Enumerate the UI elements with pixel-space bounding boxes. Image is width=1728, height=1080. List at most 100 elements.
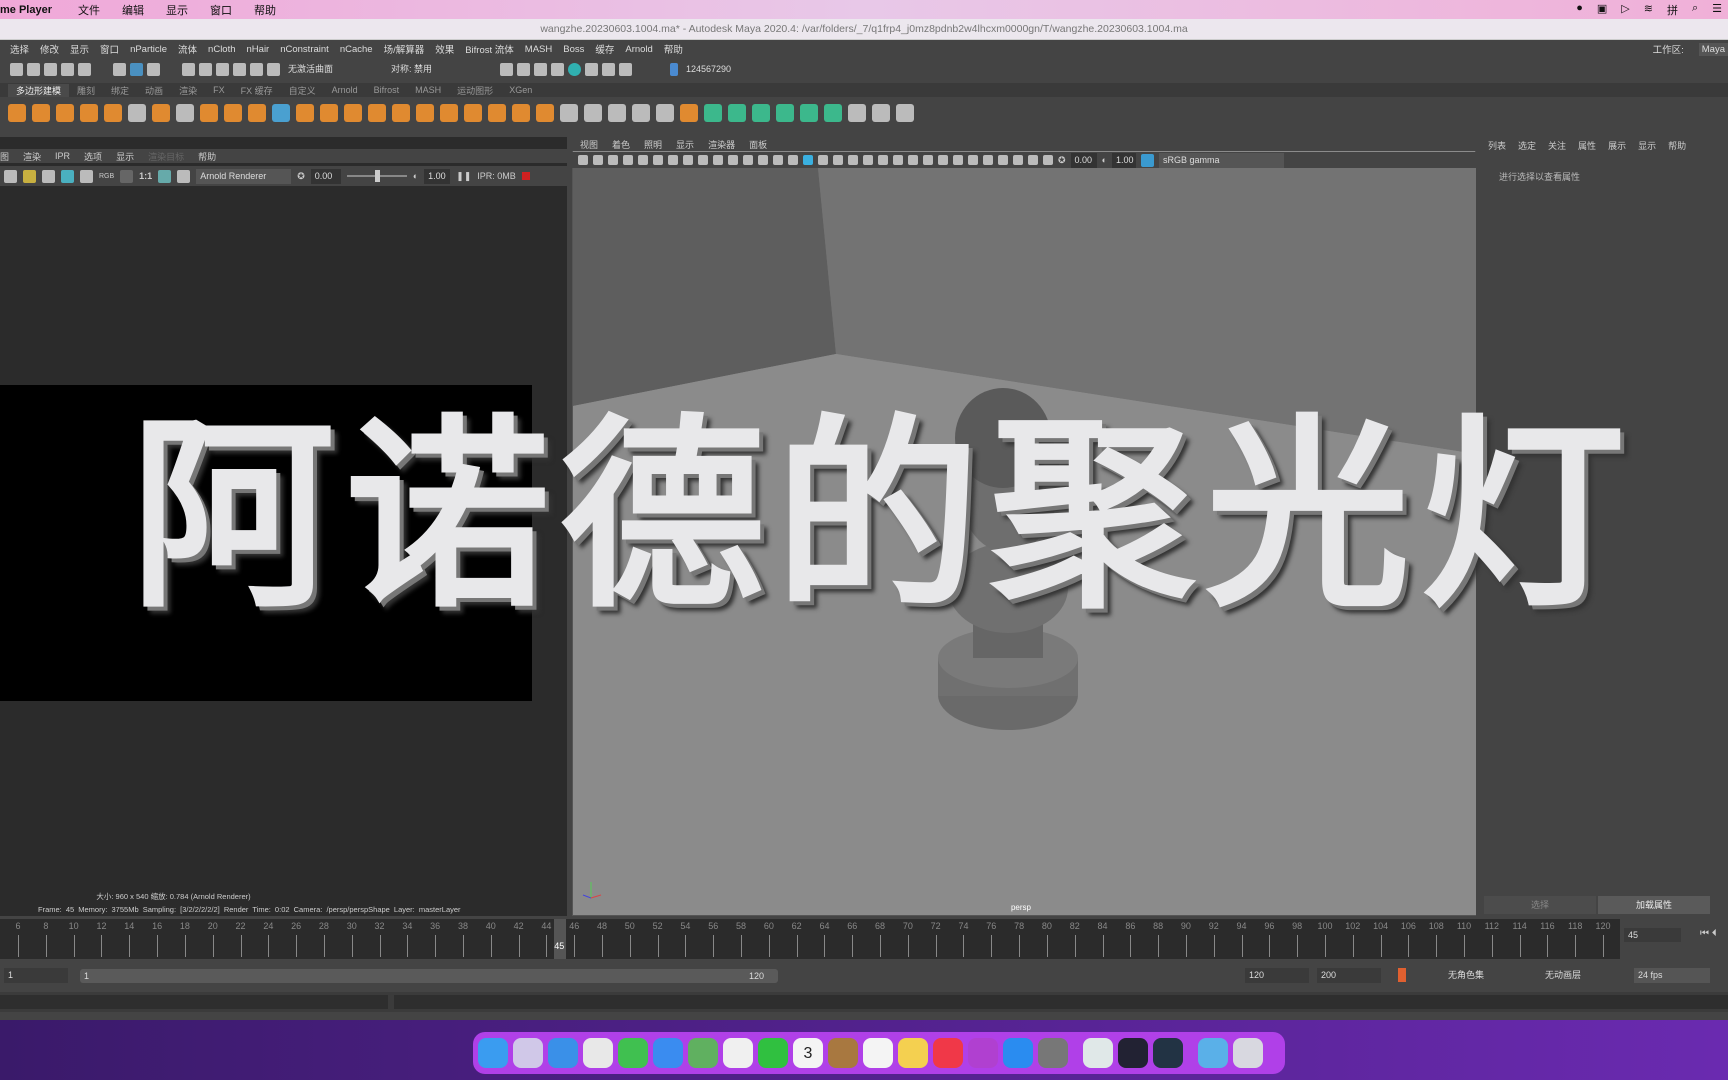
- color-space-dropdown[interactable]: sRGB gamma: [1158, 152, 1284, 168]
- shelf-tool-icon[interactable]: [752, 104, 770, 122]
- facetime-icon[interactable]: [758, 1038, 788, 1068]
- viewport-tool-icon[interactable]: [653, 155, 663, 165]
- snap-curve-icon[interactable]: [199, 62, 212, 76]
- render-view-menu-item[interactable]: 帮助: [198, 150, 216, 163]
- viewport-tool-icon[interactable]: [908, 155, 918, 165]
- shelf-tab[interactable]: 多边形建模: [8, 83, 70, 97]
- shelf-tab[interactable]: Bifrost: [366, 85, 408, 95]
- menu-item[interactable]: nCache: [340, 44, 373, 55]
- attribute-menu-item[interactable]: 关注: [1548, 139, 1566, 152]
- viewport-tool-icon[interactable]: [593, 155, 603, 165]
- viewport-tool-icon[interactable]: [953, 155, 963, 165]
- exposure-slider[interactable]: [346, 170, 407, 182]
- menu-item[interactable]: MASH: [525, 44, 552, 55]
- shelf-tool-icon[interactable]: [272, 104, 290, 122]
- live-surface-field[interactable]: 无激活曲面: [284, 61, 359, 77]
- launchpad-icon[interactable]: [513, 1038, 543, 1068]
- snap-view-icon[interactable]: [233, 62, 246, 76]
- safari-icon[interactable]: [548, 1038, 578, 1068]
- shelf-tool-icon[interactable]: [680, 104, 698, 122]
- shelf-tool-icon[interactable]: [656, 104, 674, 122]
- redo-icon[interactable]: [78, 62, 91, 76]
- shelf-tab[interactable]: XGen: [501, 85, 540, 95]
- shelf-tool-icon[interactable]: [512, 104, 530, 122]
- shelf-tool-icon[interactable]: [128, 104, 146, 122]
- mail-icon[interactable]: [653, 1038, 683, 1068]
- shelf-tool-icon[interactable]: [152, 104, 170, 122]
- hypershade-icon[interactable]: [568, 62, 581, 76]
- attribute-menu-item[interactable]: 选定: [1518, 139, 1536, 152]
- viewport-tool-icon[interactable]: [668, 155, 678, 165]
- ipr-render-icon[interactable]: [534, 62, 547, 76]
- reminders-icon[interactable]: [863, 1038, 893, 1068]
- viewport-tool-icon[interactable]: [788, 155, 798, 165]
- menu-item[interactable]: nParticle: [130, 44, 167, 55]
- menu-item[interactable]: Bifrost 流体: [465, 42, 514, 56]
- viewport-menu-item[interactable]: 着色: [612, 138, 630, 151]
- app-name[interactable]: me Player: [0, 4, 52, 16]
- menu-item[interactable]: 窗口: [100, 42, 119, 56]
- menu-item[interactable]: 流体: [178, 42, 197, 56]
- stop-icon[interactable]: [521, 172, 530, 180]
- viewport-tool-icon[interactable]: [818, 155, 828, 165]
- symmetry-dropdown[interactable]: 对称: 禁用: [387, 61, 462, 77]
- notes-icon[interactable]: [898, 1038, 928, 1068]
- open-image-icon[interactable]: [23, 169, 36, 183]
- shelf-tool-icon[interactable]: [56, 104, 74, 122]
- mac-menu-view[interactable]: 显示: [166, 2, 188, 18]
- real-size-button[interactable]: 1:1: [139, 171, 152, 181]
- shelf-tool-icon[interactable]: [200, 104, 218, 122]
- shelf-tool-icon[interactable]: [176, 104, 194, 122]
- end-time-field[interactable]: 120: [1245, 968, 1309, 983]
- shelf-tool-icon[interactable]: [416, 104, 434, 122]
- attribute-menu-item[interactable]: 显示: [1638, 139, 1656, 152]
- rgb-channel-button[interactable]: RGB: [99, 173, 114, 180]
- shelf-tool-icon[interactable]: [608, 104, 626, 122]
- render-sequence-icon[interactable]: [517, 62, 530, 76]
- shelf-tab[interactable]: MASH: [407, 85, 449, 95]
- shelf-tool-icon[interactable]: [800, 104, 818, 122]
- attribute-menu-item[interactable]: 帮助: [1668, 139, 1686, 152]
- select-object-icon[interactable]: [130, 62, 143, 76]
- shelf-tool-icon[interactable]: [104, 104, 122, 122]
- save-scene-icon[interactable]: [44, 62, 57, 76]
- viewport-menu-item[interactable]: 面板: [749, 138, 767, 151]
- viewport-tool-icon[interactable]: [968, 155, 978, 165]
- max-time-field[interactable]: 200: [1317, 968, 1381, 983]
- maya-icon[interactable]: [1083, 1038, 1113, 1068]
- viewport-tool-icon[interactable]: [878, 155, 888, 165]
- viewport-tool-icon[interactable]: [623, 155, 633, 165]
- range-slider[interactable]: 1 120: [80, 969, 778, 983]
- quicktime-icon[interactable]: [1153, 1038, 1183, 1068]
- shelf-tool-icon[interactable]: [560, 104, 578, 122]
- render-view-menu-item[interactable]: 渲染目标: [148, 150, 184, 163]
- fps-dropdown[interactable]: 24 fps: [1634, 968, 1710, 983]
- menu-item[interactable]: 场/解算器: [384, 42, 425, 56]
- anim-layer-dropdown[interactable]: 无动画层: [1541, 968, 1616, 983]
- video-player-icon[interactable]: [1118, 1038, 1148, 1068]
- alpha-icon[interactable]: [120, 169, 134, 183]
- viewport-menu-item[interactable]: 照明: [644, 138, 662, 151]
- shelf-tool-icon[interactable]: [344, 104, 362, 122]
- workspace-dropdown[interactable]: Maya: [1698, 42, 1728, 56]
- shelf-tool-icon[interactable]: [872, 104, 890, 122]
- snap-point-icon[interactable]: [216, 62, 229, 76]
- render-frame-icon[interactable]: [500, 62, 513, 76]
- viewport-tool-icon[interactable]: [983, 155, 993, 165]
- shelf-tool-icon[interactable]: [536, 104, 554, 122]
- shelf-tool-icon[interactable]: [248, 104, 266, 122]
- app-store-icon[interactable]: [1003, 1038, 1033, 1068]
- shelf-tool-icon[interactable]: [8, 104, 26, 122]
- viewport-tool-icon[interactable]: [1028, 155, 1038, 165]
- control-center-icon[interactable]: ☰: [1712, 2, 1722, 18]
- shelf-tool-icon[interactable]: [368, 104, 386, 122]
- open-scene-icon[interactable]: [27, 62, 40, 76]
- render-view-menu-item[interactable]: 选项: [84, 150, 102, 163]
- shelf-tool-icon[interactable]: [32, 104, 50, 122]
- menu-item[interactable]: 选择: [10, 42, 29, 56]
- shelf-tool-icon[interactable]: [848, 104, 866, 122]
- viewport-tool-icon[interactable]: [893, 155, 903, 165]
- mac-menu-file[interactable]: 文件: [78, 2, 100, 18]
- shelf-tool-icon[interactable]: [776, 104, 794, 122]
- viewport-tool-icon[interactable]: [833, 155, 843, 165]
